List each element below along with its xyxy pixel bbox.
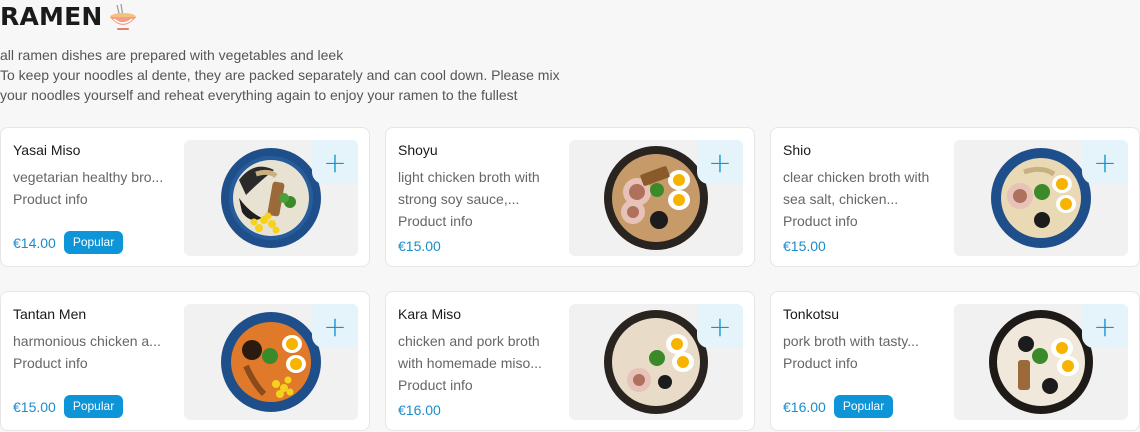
ramen-bowl-icon: [110, 3, 137, 30]
popular-badge: Popular: [833, 395, 894, 418]
product-price: €15.00: [783, 238, 826, 254]
product-price: €15.00: [398, 238, 441, 254]
product-info-link[interactable]: Product info: [398, 374, 560, 396]
product-description: vegetarian healthy bro...: [13, 169, 164, 185]
plus-icon: +: [708, 145, 732, 179]
product-card-shoyu[interactable]: Shoyu light chicken broth with strong so…: [385, 127, 755, 267]
section-title: RAMEN: [0, 2, 103, 31]
add-to-cart-button[interactable]: +: [1082, 304, 1128, 348]
product-details: light chicken broth with strong soy sauc…: [398, 166, 560, 232]
price-row: €15.00: [398, 238, 441, 254]
plus-icon: +: [708, 309, 732, 343]
product-price: €16.00: [398, 402, 441, 418]
product-name: Tonkotsu: [783, 306, 840, 322]
product-name: Shoyu: [398, 142, 438, 158]
product-name: Shio: [783, 142, 812, 158]
add-to-cart-button[interactable]: +: [312, 304, 358, 348]
product-info-link[interactable]: Product info: [783, 352, 945, 374]
plus-icon: +: [1093, 145, 1117, 179]
plus-icon: +: [1093, 309, 1117, 343]
description-line: your noodles yourself and reheat everyth…: [0, 87, 518, 103]
section-heading: RAMEN: [0, 2, 138, 32]
product-description: light chicken broth with strong soy sauc…: [398, 169, 540, 207]
product-card-shio[interactable]: Shio clear chicken broth with sea salt, …: [770, 127, 1140, 267]
product-info-link[interactable]: Product info: [398, 210, 560, 232]
product-details: pork broth with tasty... Product info: [783, 330, 945, 374]
product-name: Tantan Men: [13, 306, 87, 322]
product-description: clear chicken broth with sea salt, chick…: [783, 169, 930, 207]
product-card-tonkotsu[interactable]: Tonkotsu pork broth with tasty... Produc…: [770, 291, 1140, 431]
product-card-yasai-miso[interactable]: Yasai Miso vegetarian healthy bro... Pro…: [0, 127, 370, 267]
product-details: clear chicken broth with sea salt, chick…: [783, 166, 945, 232]
price-row: €15.00: [783, 238, 826, 254]
product-description: harmonious chicken a...: [13, 333, 161, 349]
product-description: pork broth with tasty...: [783, 333, 919, 349]
description-line: all ramen dishes are prepared with veget…: [0, 47, 344, 63]
price-row: €14.00 Popular: [13, 231, 124, 254]
add-to-cart-button[interactable]: +: [1082, 140, 1128, 184]
description-line: To keep your noodles al dente, they are …: [0, 67, 560, 83]
product-name: Kara Miso: [398, 306, 462, 322]
product-info-link[interactable]: Product info: [13, 188, 175, 210]
product-details: chicken and pork broth with homemade mis…: [398, 330, 560, 396]
plus-icon: +: [323, 145, 347, 179]
price-row: €15.00 Popular: [13, 395, 124, 418]
price-row: €16.00 Popular: [783, 395, 894, 418]
add-to-cart-button[interactable]: +: [697, 304, 743, 348]
plus-icon: +: [323, 309, 347, 343]
product-info-link[interactable]: Product info: [783, 210, 945, 232]
add-to-cart-button[interactable]: +: [312, 140, 358, 184]
product-card-tantan-men[interactable]: Tantan Men harmonious chicken a... Produ…: [0, 291, 370, 431]
price-row: €16.00: [398, 402, 441, 418]
product-details: harmonious chicken a... Product info: [13, 330, 175, 374]
product-description: chicken and pork broth with homemade mis…: [398, 333, 542, 371]
add-to-cart-button[interactable]: +: [697, 140, 743, 184]
menu-section: RAMEN all ramen dishes are prepared with…: [0, 0, 1140, 432]
product-info-link[interactable]: Product info: [13, 352, 175, 374]
product-price: €15.00: [13, 398, 56, 415]
product-card-kara-miso[interactable]: Kara Miso chicken and pork broth with ho…: [385, 291, 755, 431]
product-name: Yasai Miso: [13, 142, 81, 158]
section-description: all ramen dishes are prepared with veget…: [0, 45, 600, 105]
popular-badge: Popular: [63, 231, 124, 254]
popular-badge: Popular: [63, 395, 124, 418]
product-price: €16.00: [783, 398, 826, 415]
product-details: vegetarian healthy bro... Product info: [13, 166, 175, 210]
product-price: €14.00: [13, 234, 56, 251]
